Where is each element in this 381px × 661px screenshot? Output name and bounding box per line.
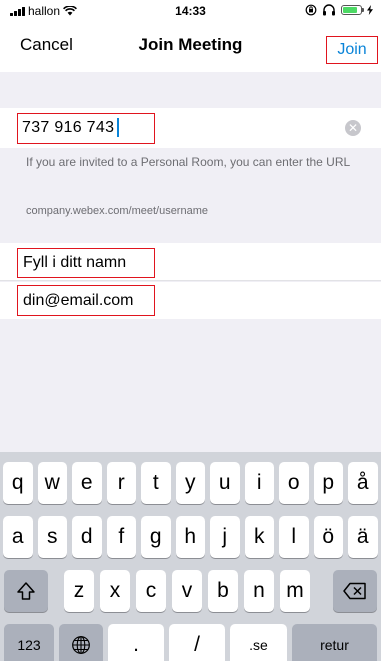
meeting-number-value: 737 916 743 — [22, 118, 115, 136]
key-g[interactable]: g — [141, 516, 171, 558]
key-a[interactable]: a — [3, 516, 33, 558]
key-s[interactable]: s — [37, 516, 67, 558]
key-m[interactable]: m — [280, 570, 310, 612]
slash-key[interactable]: / — [169, 624, 225, 661]
key-w[interactable]: w — [37, 462, 67, 504]
return-key[interactable]: retur — [292, 624, 377, 661]
key-p[interactable]: p — [313, 462, 343, 504]
key-c[interactable]: c — [136, 570, 166, 612]
key-e[interactable]: e — [72, 462, 102, 504]
key-u[interactable]: u — [210, 462, 240, 504]
domain-key[interactable]: .se — [230, 624, 287, 661]
key-v[interactable]: v — [172, 570, 202, 612]
key-r[interactable]: r — [106, 462, 136, 504]
email-field[interactable]: din@email.com — [0, 282, 381, 319]
key-i[interactable]: i — [244, 462, 274, 504]
key-l[interactable]: l — [279, 516, 309, 558]
key-ä[interactable]: ä — [348, 516, 378, 558]
key-f[interactable]: f — [106, 516, 136, 558]
key-å[interactable]: å — [348, 462, 378, 504]
numbers-key[interactable]: 123 — [4, 624, 54, 661]
meeting-hint: If you are invited to a Personal Room, y… — [26, 155, 351, 169]
key-o[interactable]: o — [279, 462, 309, 504]
email-placeholder: din@email.com — [23, 292, 134, 309]
backspace-icon — [343, 582, 366, 600]
key-h[interactable]: h — [175, 516, 205, 558]
backspace-key[interactable] — [333, 570, 377, 612]
page-title: Join Meeting — [138, 35, 243, 54]
keyboard: qwertyuiopå asdfghjklöä zxcvbnm 123 . / … — [0, 452, 381, 661]
key-d[interactable]: d — [72, 516, 102, 558]
headphones-icon — [323, 4, 335, 16]
text-cursor — [117, 118, 120, 137]
meeting-number-value-wrap: 737 916 743 — [22, 118, 120, 137]
nav-bar: Cancel Join Meeting Join — [0, 22, 381, 72]
key-n[interactable]: n — [244, 570, 274, 612]
globe-key[interactable] — [59, 624, 103, 661]
status-right — [305, 4, 373, 16]
key-t[interactable]: t — [141, 462, 171, 504]
join-button[interactable]: Join — [326, 36, 378, 64]
meeting-number-field[interactable]: 737 916 743 ✕ — [0, 108, 381, 148]
shift-key[interactable] — [4, 570, 48, 612]
name-field[interactable]: Fyll i ditt namn — [0, 243, 381, 281]
charging-icon — [367, 5, 373, 15]
battery-level — [343, 7, 357, 13]
key-b[interactable]: b — [208, 570, 238, 612]
orientation-lock-icon — [305, 4, 317, 16]
battery-icon — [341, 5, 364, 15]
key-q[interactable]: q — [3, 462, 33, 504]
url-example: company.webex.com/meet/username — [26, 205, 208, 217]
key-ö[interactable]: ö — [313, 516, 343, 558]
key-z[interactable]: z — [64, 570, 94, 612]
name-placeholder: Fyll i ditt namn — [23, 254, 127, 271]
status-bar: hallon 14:33 — [0, 0, 381, 22]
clear-icon[interactable]: ✕ — [345, 120, 361, 136]
key-k[interactable]: k — [244, 516, 274, 558]
shift-icon — [17, 582, 35, 600]
key-y[interactable]: y — [175, 462, 205, 504]
key-j[interactable]: j — [210, 516, 240, 558]
period-key[interactable]: . — [108, 624, 164, 661]
globe-icon — [72, 636, 90, 654]
key-x[interactable]: x — [100, 570, 130, 612]
